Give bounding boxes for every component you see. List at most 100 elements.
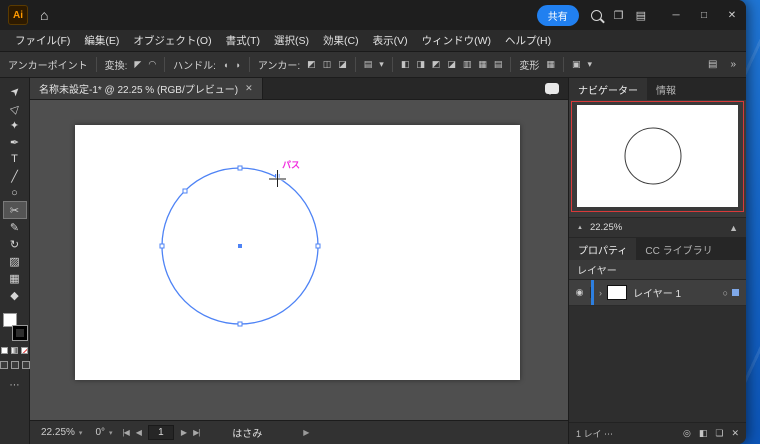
first-artboard-button[interactable]: |◀ [123,428,129,437]
fill-swatch[interactable] [3,313,17,327]
transform-label[interactable]: 変形 [519,57,539,72]
navigator-zoom-value[interactable]: 22.25% [590,222,622,233]
none-icon[interactable] [21,347,28,354]
layer-target-icon[interactable]: ○ [723,288,732,298]
pen-tool[interactable]: ✒ [4,134,26,150]
distribute-spacing-icon[interactable]: ▤ [492,57,505,72]
gradient-tool[interactable]: ▨ [4,253,26,269]
align-top-icon[interactable]: ◪ [445,57,458,72]
line-segment-tool[interactable]: ╱ [4,168,26,184]
fill-stroke-swatches[interactable] [3,313,27,340]
menu-file[interactable]: ファイル(F) [8,33,77,48]
artboard-number-input[interactable] [148,425,174,440]
align-left-icon[interactable]: ◧ [399,57,412,72]
layers-panel-header[interactable]: レイヤー [569,260,746,280]
draw-inside-icon[interactable] [22,361,30,369]
add-anchor-icon[interactable]: ◩ [305,57,318,72]
distribute-h-icon[interactable]: ▥ [461,57,474,72]
cut-path-icon[interactable]: ◪ [336,57,349,72]
isolate-icon[interactable]: ▣ [570,57,583,72]
draw-normal-icon[interactable] [0,361,8,369]
draw-mode-row [0,361,30,369]
layer-thumbnail[interactable] [607,285,627,300]
convert-label: 変換: [105,57,128,72]
hide-handles-icon[interactable]: ◗ [233,58,242,72]
navigator-preview[interactable] [569,100,746,218]
document-tab-close-icon[interactable]: ✕ [245,83,253,94]
menu-help[interactable]: ヘルプ(H) [498,33,558,48]
menu-edit[interactable]: 編集(E) [77,33,126,48]
canvas-area[interactable]: パス [30,100,568,420]
status-bar: 22.25% ▾ 0° ▾ |◀ ◀ ▶ ▶| はさみ ▶ [30,420,568,444]
visibility-eye-icon[interactable]: ◉ [569,287,591,298]
layer-name[interactable]: レイヤー 1 [633,285,681,300]
zoom-in-icon[interactable]: ▲ [729,223,738,233]
share-button[interactable]: 共有 [537,5,579,26]
tab-properties[interactable]: プロパティ [569,238,636,260]
illustrator-app-icon[interactable]: Ai [8,5,28,25]
status-expand-icon[interactable]: ▶ [303,428,309,437]
presets-icon[interactable]: ▤ [362,57,375,72]
expand-chevron-icon[interactable]: › [594,288,607,298]
stroke-swatch[interactable] [13,326,27,340]
maximize-button[interactable]: □ [690,0,718,30]
selected-art-indicator[interactable] [732,289,739,296]
menu-object[interactable]: オブジェクト(O) [126,33,218,48]
presets-caret-icon[interactable]: ▾ [377,57,386,72]
ellipse-tool[interactable]: ○ [4,185,26,201]
layer-row[interactable]: ◉ › レイヤー 1 ○ [569,280,746,306]
rotate-tool[interactable]: ↻ [4,236,26,252]
minimize-button[interactable]: ─ [662,0,690,30]
type-tool[interactable]: T [4,151,26,167]
convert-to-corner-icon[interactable]: ◤ [132,57,143,72]
menu-select[interactable]: 選択(S) [267,33,316,48]
menu-effect[interactable]: 効果(C) [316,33,366,48]
locate-object-icon[interactable]: ◎ [683,428,691,439]
last-artboard-button[interactable]: ▶| [193,428,199,437]
workspace-switcher-icon[interactable]: ▤ [636,9,646,22]
menubar: ファイル(F) 編集(E) オブジェクト(O) 書式(T) 選択(S) 効果(C… [0,30,746,52]
scissors-tool[interactable]: ✂ [4,202,26,218]
search-icon[interactable] [591,10,602,21]
menu-view[interactable]: 表示(V) [366,33,415,48]
titlebar-right: 共有 ❐ ▤ ─ □ ✕ [537,0,746,30]
home-icon[interactable]: ⌂ [40,7,48,23]
comment-icon[interactable] [545,83,559,94]
color-icon[interactable] [1,347,8,354]
zoom-out-icon[interactable]: ▲ [577,225,583,231]
draw-behind-icon[interactable] [11,361,19,369]
clipping-mask-icon[interactable]: ◧ [699,428,708,439]
mesh-tool[interactable]: ▦ [4,270,26,286]
eyedropper-tool[interactable]: ◆ [4,287,26,303]
edit-toolbar-icon[interactable]: ⋯ [10,380,20,391]
gradient-icon[interactable] [11,347,18,354]
convert-to-smooth-icon[interactable]: ◠ [146,57,158,72]
tab-cc-libraries[interactable]: CC ライブラリ [636,238,721,260]
pencil-tool[interactable]: ✎ [4,219,26,235]
divider [96,57,97,72]
transform-grid-icon[interactable]: ▦ [544,57,557,72]
more-options-caret-icon[interactable]: ▾ [585,57,594,72]
previous-artboard-button[interactable]: ◀ [136,428,141,437]
show-handles-icon[interactable]: ◖ [221,58,230,72]
align-center-icon[interactable]: ◨ [414,57,427,72]
tab-info[interactable]: 情報 [647,78,685,100]
rotation-select[interactable]: 0° ▾ [92,425,115,440]
remove-anchor-icon[interactable]: ◫ [321,57,334,72]
menu-window[interactable]: ウィンドウ(W) [415,33,498,48]
zoom-level-select[interactable]: 22.25% ▾ [38,425,85,440]
panel-list-icon[interactable]: ▤ [706,57,719,72]
navigator-view-box[interactable] [571,101,744,212]
menu-type[interactable]: 書式(T) [219,33,267,48]
new-layer-icon[interactable]: ❏ [715,428,723,439]
divider [164,57,165,72]
collapse-panels-icon[interactable]: » [728,57,738,72]
arrange-documents-icon[interactable]: ❐ [614,9,624,22]
document-tab[interactable]: 名称未設定-1* @ 22.25 % (RGB/プレビュー) ✕ [30,78,263,99]
next-artboard-button[interactable]: ▶ [181,428,186,437]
close-button[interactable]: ✕ [718,0,746,30]
align-right-icon[interactable]: ◩ [430,57,443,72]
delete-layer-icon[interactable]: ✕ [731,428,739,439]
distribute-v-icon[interactable]: ▦ [476,57,489,72]
tab-navigator[interactable]: ナビゲーター [569,78,647,100]
